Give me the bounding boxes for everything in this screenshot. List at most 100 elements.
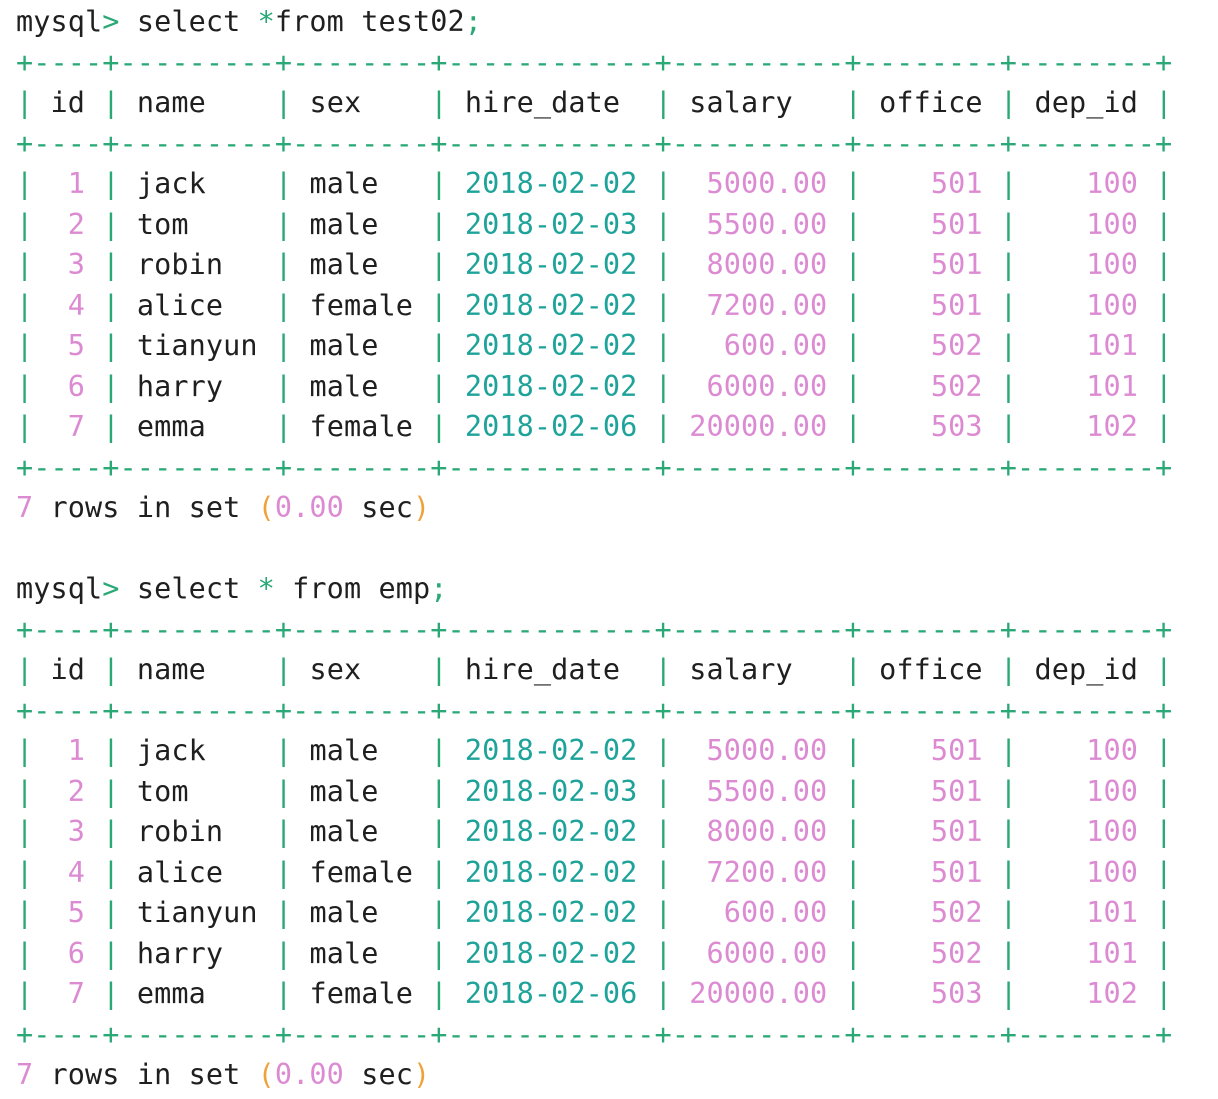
cell-divider: | bbox=[1155, 207, 1173, 241]
cell-divider: | bbox=[16, 329, 34, 362]
cell-sex: female bbox=[309, 977, 414, 1010]
cell-divider: | bbox=[654, 815, 672, 848]
query-token: ; bbox=[430, 572, 448, 605]
cell-divider: | bbox=[1155, 329, 1173, 362]
cell-hire-date: 2018-02-02 bbox=[464, 167, 638, 200]
cell-office: 501 bbox=[930, 734, 983, 767]
time-unit: sec bbox=[343, 1058, 413, 1091]
table-row: | 2 | tom | male | 2018-02-03 | 5500.00 … bbox=[16, 772, 1173, 813]
cell-dep-id: 101 bbox=[1086, 936, 1139, 970]
cell-divider: | bbox=[274, 248, 293, 281]
cell-sex: male bbox=[309, 896, 379, 929]
cell-name: tianyun bbox=[136, 329, 258, 362]
cell-divider: | bbox=[1155, 896, 1173, 929]
cell-divider: | bbox=[430, 248, 448, 281]
table-row: | 3 | robin | male | 2018-02-02 | 8000.0… bbox=[16, 245, 1173, 286]
cell-sex: female bbox=[309, 855, 414, 889]
cell-divider: | bbox=[16, 86, 34, 119]
cell-office: 501 bbox=[930, 167, 983, 200]
cell-divider: | bbox=[102, 774, 120, 808]
cell-divider: | bbox=[16, 855, 34, 889]
cell-office: 501 bbox=[930, 815, 983, 848]
cell-divider: | bbox=[274, 369, 293, 403]
cell-divider: | bbox=[430, 774, 448, 808]
cell-divider: | bbox=[430, 855, 448, 889]
cell-hire-date: 2018-02-03 bbox=[464, 207, 638, 241]
cell-divider: | bbox=[16, 207, 34, 241]
cell-divider: | bbox=[999, 774, 1018, 808]
column-header-id: id bbox=[50, 653, 86, 686]
cell-id: 6 bbox=[67, 369, 86, 403]
cell-id: 1 bbox=[67, 734, 86, 767]
cell-divider: | bbox=[274, 896, 293, 929]
cell-divider: | bbox=[654, 207, 672, 241]
cell-divider: | bbox=[654, 855, 672, 889]
cell-office: 503 bbox=[930, 977, 983, 1010]
cell-divider: | bbox=[654, 167, 672, 200]
table-header: | id | name | sex | hire_date | salary |… bbox=[16, 83, 1173, 124]
cell-divider: | bbox=[654, 774, 672, 808]
cell-divider: | bbox=[274, 774, 293, 808]
cell-divider: | bbox=[102, 410, 120, 443]
table-row: | 4 | alice | female | 2018-02-02 | 7200… bbox=[16, 853, 1173, 894]
column-header-office: office bbox=[879, 653, 983, 686]
cell-divider: | bbox=[999, 167, 1018, 200]
cell-divider: | bbox=[1155, 653, 1173, 686]
cell-salary: 8000.00 bbox=[706, 248, 828, 281]
cell-divider: | bbox=[844, 329, 862, 362]
query-time: 0.00 bbox=[274, 1058, 344, 1091]
cell-office: 502 bbox=[930, 329, 983, 362]
border-line: +----+---------+--------+------------+--… bbox=[16, 45, 1173, 79]
row-count: 7 bbox=[16, 1058, 34, 1091]
cell-id: 2 bbox=[67, 207, 86, 241]
result-table: +----+---------+--------+------------+--… bbox=[16, 43, 1173, 489]
cell-divider: | bbox=[102, 977, 120, 1010]
cell-sex: male bbox=[309, 734, 379, 767]
result-table: +----+---------+--------+------------+--… bbox=[16, 610, 1173, 1056]
cell-id: 5 bbox=[67, 896, 86, 929]
cell-divider: | bbox=[999, 369, 1018, 403]
cell-divider: | bbox=[999, 248, 1018, 281]
cell-hire-date: 2018-02-02 bbox=[464, 896, 638, 929]
prompt-line: mysql> select * from emp; bbox=[16, 569, 1173, 610]
cell-divider: | bbox=[274, 815, 293, 848]
query-token: select bbox=[119, 572, 258, 605]
cell-divider: | bbox=[999, 896, 1018, 929]
cell-divider: | bbox=[844, 896, 862, 929]
cell-salary: 20000.00 bbox=[689, 410, 828, 443]
cell-hire-date: 2018-02-02 bbox=[464, 855, 638, 889]
cell-hire-date: 2018-02-02 bbox=[464, 248, 638, 281]
cell-divider: | bbox=[430, 734, 448, 767]
cell-divider: | bbox=[16, 288, 34, 322]
cell-divider: | bbox=[102, 734, 120, 767]
table-row: | 6 | harry | male | 2018-02-02 | 6000.0… bbox=[16, 934, 1173, 975]
query-token: ; bbox=[464, 5, 483, 38]
cell-salary: 5500.00 bbox=[706, 774, 828, 808]
result-footer: 7 rows in set (0.00 sec) bbox=[16, 488, 1173, 529]
cell-divider: | bbox=[1155, 977, 1173, 1010]
cell-divider: | bbox=[999, 653, 1018, 686]
cell-divider: | bbox=[430, 369, 448, 403]
prompt-label: mysql bbox=[16, 572, 103, 605]
cell-dep-id: 100 bbox=[1086, 288, 1139, 322]
cell-divider: | bbox=[430, 288, 448, 322]
prompt-label: mysql bbox=[16, 5, 103, 38]
cell-divider: | bbox=[16, 248, 34, 281]
prompt-symbol: > bbox=[102, 5, 120, 38]
border-line: +----+---------+--------+------------+--… bbox=[16, 693, 1173, 727]
prompt-line: mysql> select *from test02; bbox=[16, 2, 1173, 43]
cell-divider: | bbox=[430, 329, 448, 362]
cell-office: 502 bbox=[930, 896, 983, 929]
cell-divider: | bbox=[430, 815, 448, 848]
cell-divider: | bbox=[102, 207, 120, 241]
column-header-id: id bbox=[50, 86, 86, 119]
cell-divider: | bbox=[274, 977, 293, 1010]
cell-divider: | bbox=[274, 936, 293, 970]
table-header: | id | name | sex | hire_date | salary |… bbox=[16, 650, 1173, 691]
cell-divider: | bbox=[999, 288, 1018, 322]
cell-dep-id: 100 bbox=[1086, 167, 1139, 200]
cell-dep-id: 100 bbox=[1086, 734, 1139, 767]
border-line: +----+---------+--------+------------+--… bbox=[16, 126, 1173, 160]
cell-divider: | bbox=[999, 855, 1018, 889]
